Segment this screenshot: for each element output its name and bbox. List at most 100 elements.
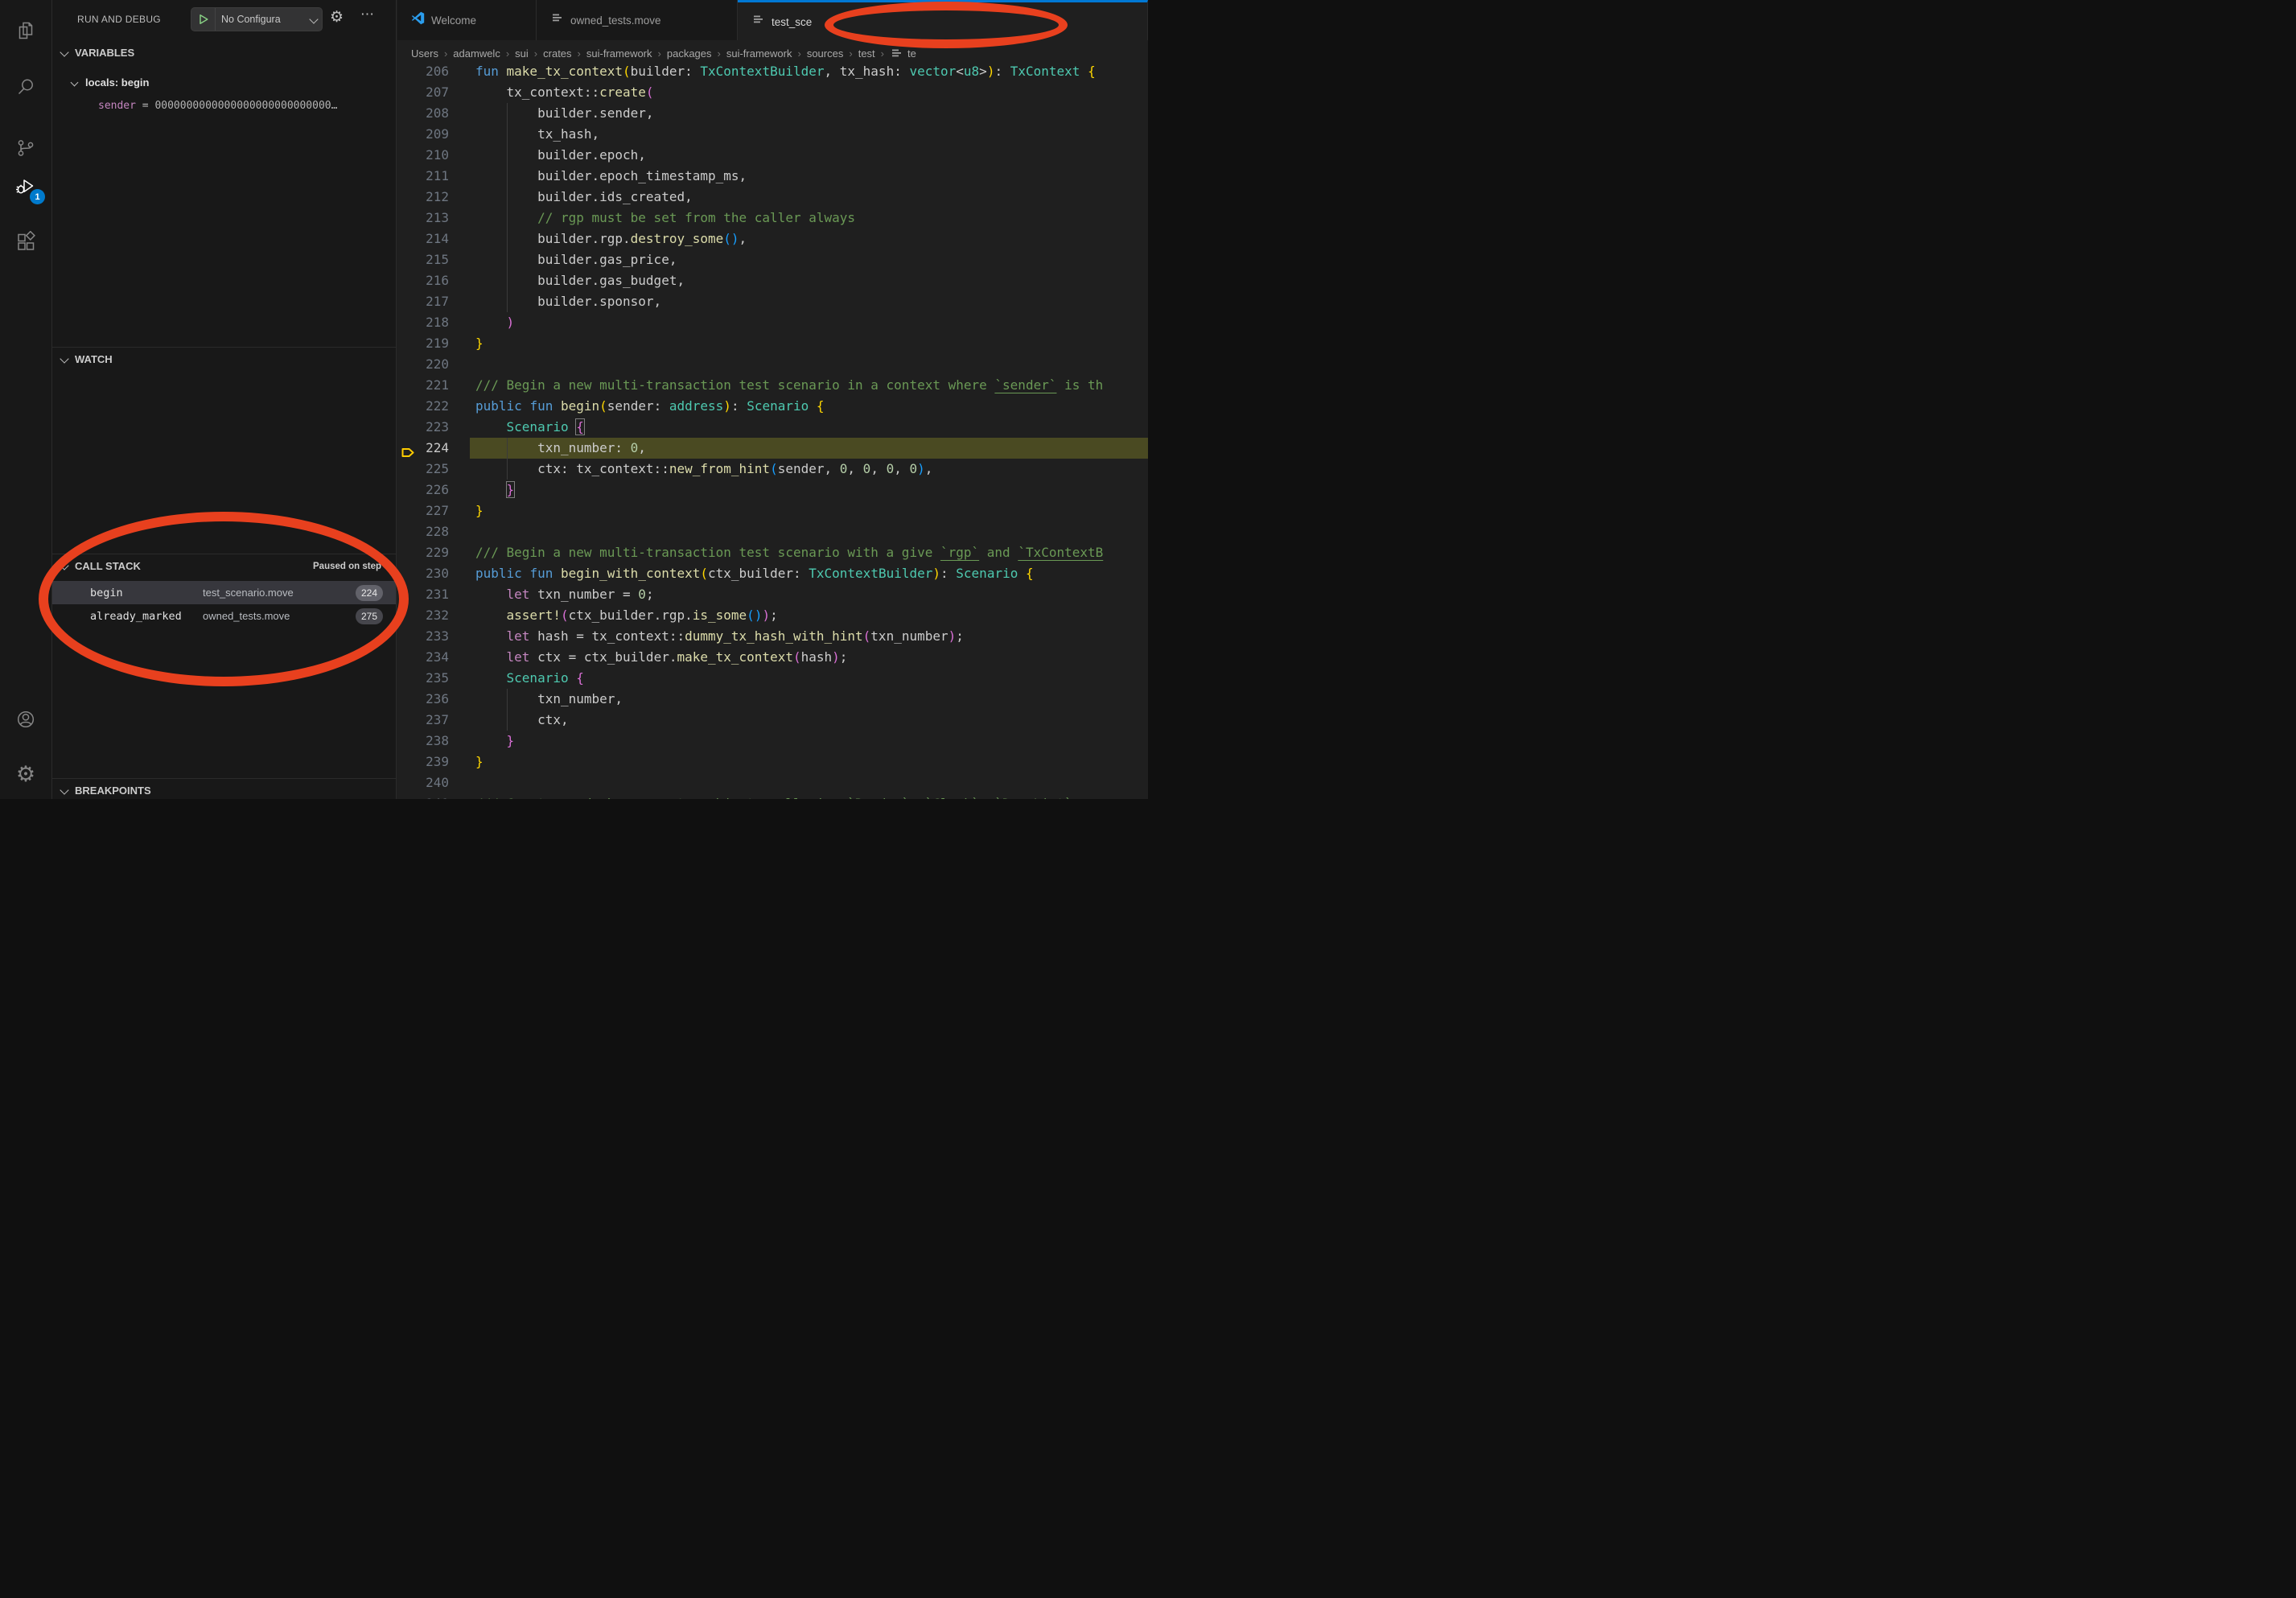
code-line-211[interactable]: 211 builder.epoch_timestamp_ms, bbox=[397, 166, 1148, 187]
line-number[interactable]: 231 bbox=[397, 584, 449, 605]
code-editor[interactable]: 206fun make_tx_context(builder: TxContex… bbox=[397, 40, 1148, 799]
breadcrumb-item[interactable]: Users bbox=[411, 47, 438, 60]
line-number[interactable]: 216 bbox=[397, 270, 449, 291]
play-icon[interactable] bbox=[191, 8, 216, 31]
code-line-228[interactable]: 228 bbox=[397, 521, 1148, 542]
line-number[interactable]: 219 bbox=[397, 333, 449, 354]
more-actions-icon[interactable]: ⋯ bbox=[360, 6, 375, 23]
activitybar-item-search[interactable] bbox=[0, 68, 51, 106]
code-line-230[interactable]: 230public fun begin_with_context(ctx_bui… bbox=[397, 563, 1148, 584]
activitybar-item-account[interactable] bbox=[0, 700, 51, 739]
line-number[interactable]: 215 bbox=[397, 249, 449, 270]
breadcrumb-item[interactable]: sui-framework bbox=[586, 47, 652, 60]
line-number[interactable]: 228 bbox=[397, 521, 449, 542]
code-line-218[interactable]: 218 ) bbox=[397, 312, 1148, 333]
line-number[interactable]: 225 bbox=[397, 459, 449, 480]
code-line-233[interactable]: 233 let hash = tx_context::dummy_tx_hash… bbox=[397, 626, 1148, 647]
code-line-215[interactable]: 215 builder.gas_price, bbox=[397, 249, 1148, 270]
line-number[interactable]: 222 bbox=[397, 396, 449, 417]
line-number[interactable]: 213 bbox=[397, 208, 449, 229]
code-line-224[interactable]: 224 txn_number: 0, bbox=[397, 438, 1148, 459]
line-number[interactable]: 235 bbox=[397, 668, 449, 689]
line-number[interactable]: 239 bbox=[397, 752, 449, 772]
code-line-231[interactable]: 231 let txn_number = 0; bbox=[397, 584, 1148, 605]
tab-test-sce[interactable]: test_sce bbox=[738, 0, 1148, 41]
line-number[interactable]: 209 bbox=[397, 124, 449, 145]
code-line-216[interactable]: 216 builder.gas_budget, bbox=[397, 270, 1148, 291]
line-number[interactable]: 218 bbox=[397, 312, 449, 333]
activitybar-item-settings[interactable]: ⚙ bbox=[0, 755, 51, 793]
tab-welcome[interactable]: Welcome bbox=[397, 0, 537, 40]
code-line-222[interactable]: 222public fun begin(sender: address): Sc… bbox=[397, 396, 1148, 417]
code-line-227[interactable]: 227} bbox=[397, 500, 1148, 521]
code-line-209[interactable]: 209 tx_hash, bbox=[397, 124, 1148, 145]
code-line-223[interactable]: 223 Scenario { bbox=[397, 417, 1148, 438]
code-line-236[interactable]: 236 txn_number, bbox=[397, 689, 1148, 710]
line-number[interactable]: 223 bbox=[397, 417, 449, 438]
code-line-225[interactable]: 225 ctx: tx_context::new_from_hint(sende… bbox=[397, 459, 1148, 480]
line-number[interactable]: 232 bbox=[397, 605, 449, 626]
code-line-238[interactable]: 238 } bbox=[397, 731, 1148, 752]
breadcrumb-item[interactable]: sui bbox=[515, 47, 529, 60]
line-number[interactable]: 240 bbox=[397, 772, 449, 793]
line-number[interactable]: 226 bbox=[397, 480, 449, 500]
line-number[interactable]: 211 bbox=[397, 166, 449, 187]
code-line-221[interactable]: 221/// Begin a new multi-transaction tes… bbox=[397, 375, 1148, 396]
code-line-212[interactable]: 212 builder.ids_created, bbox=[397, 187, 1148, 208]
code-line-214[interactable]: 214 builder.rgp.destroy_some(), bbox=[397, 229, 1148, 249]
code-line-226[interactable]: 226 } bbox=[397, 480, 1148, 500]
gear-icon[interactable]: ⚙ bbox=[330, 10, 344, 25]
line-number[interactable]: 238 bbox=[397, 731, 449, 752]
activitybar-item-run-and-debug[interactable]: 1 bbox=[0, 167, 51, 206]
line-number[interactable]: 234 bbox=[397, 647, 449, 668]
line-number[interactable]: 241 bbox=[397, 793, 449, 799]
start-debug-button[interactable]: No Configura bbox=[191, 7, 323, 31]
breadcrumb-file[interactable]: te bbox=[890, 47, 916, 60]
tab-owned-tests-move[interactable]: owned_tests.move bbox=[537, 0, 738, 40]
activitybar-item-extensions[interactable] bbox=[0, 222, 51, 261]
code-line-229[interactable]: 229/// Begin a new multi-transaction tes… bbox=[397, 542, 1148, 563]
line-number[interactable]: 227 bbox=[397, 500, 449, 521]
line-number[interactable]: 217 bbox=[397, 291, 449, 312]
line-number[interactable]: 224 bbox=[397, 438, 449, 459]
activitybar-item-explorer[interactable] bbox=[0, 11, 51, 50]
variable-row-sender[interactable]: sender = 0000000000000000000000000000… bbox=[52, 97, 396, 116]
code-line-219[interactable]: 219} bbox=[397, 333, 1148, 354]
line-number[interactable]: 210 bbox=[397, 145, 449, 166]
line-number[interactable]: 214 bbox=[397, 229, 449, 249]
breadcrumb-item[interactable]: sui-framework bbox=[726, 47, 792, 60]
code-line-213[interactable]: 213 // rgp must be set from the caller a… bbox=[397, 208, 1148, 229]
scope-row-locals[interactable]: locals: begin bbox=[52, 74, 396, 93]
line-number[interactable]: 236 bbox=[397, 689, 449, 710]
line-number[interactable]: 220 bbox=[397, 354, 449, 375]
debug-config-select[interactable]: No Configura bbox=[216, 14, 311, 25]
code-line-235[interactable]: 235 Scenario { bbox=[397, 668, 1148, 689]
variables-section-header[interactable]: VARIABLES bbox=[52, 45, 396, 63]
code-line-234[interactable]: 234 let ctx = ctx_builder.make_tx_contex… bbox=[397, 647, 1148, 668]
breakpoints-section-header[interactable]: BREAKPOINTS bbox=[52, 783, 396, 799]
line-number[interactable]: 221 bbox=[397, 375, 449, 396]
line-number[interactable]: 237 bbox=[397, 710, 449, 731]
breadcrumb-item[interactable]: sources bbox=[807, 47, 844, 60]
code-line-239[interactable]: 239} bbox=[397, 752, 1148, 772]
code-line-237[interactable]: 237 ctx, bbox=[397, 710, 1148, 731]
call-stack-section-header[interactable]: CALL STACK Paused on step bbox=[52, 558, 396, 576]
breadcrumb-item[interactable]: packages bbox=[667, 47, 712, 60]
breadcrumb-item[interactable]: crates bbox=[543, 47, 571, 60]
code-line-210[interactable]: 210 builder.epoch, bbox=[397, 145, 1148, 166]
code-line-241[interactable]: 241/// Creates and shares system objects… bbox=[397, 793, 1148, 799]
line-number[interactable]: 212 bbox=[397, 187, 449, 208]
code-line-208[interactable]: 208 builder.sender, bbox=[397, 103, 1148, 124]
line-number[interactable]: 230 bbox=[397, 563, 449, 584]
stack-frame-already_marked[interactable]: already_marked owned_tests.move 275 bbox=[52, 604, 396, 628]
code-line-232[interactable]: 232 assert!(ctx_builder.rgp.is_some()); bbox=[397, 605, 1148, 626]
line-number[interactable]: 208 bbox=[397, 103, 449, 124]
stack-frame-begin[interactable]: begin test_scenario.move 224 bbox=[52, 581, 396, 604]
breadcrumb-item[interactable]: test bbox=[858, 47, 875, 60]
code-line-240[interactable]: 240 bbox=[397, 772, 1148, 793]
line-number[interactable]: 229 bbox=[397, 542, 449, 563]
line-number[interactable]: 233 bbox=[397, 626, 449, 647]
code-line-207[interactable]: 207 tx_context::create( bbox=[397, 82, 1148, 103]
line-number[interactable]: 207 bbox=[397, 82, 449, 103]
code-line-217[interactable]: 217 builder.sponsor, bbox=[397, 291, 1148, 312]
